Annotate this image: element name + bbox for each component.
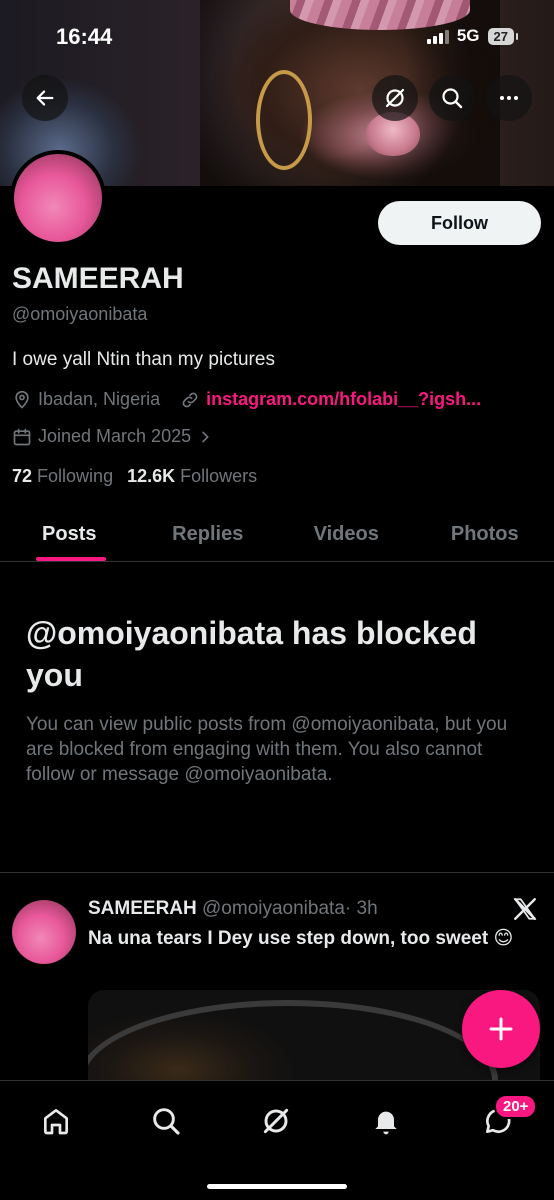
profile-bio: I owe yall Ntin than my pictures (12, 349, 275, 370)
following-label: Following (37, 466, 114, 486)
profile-handle: @omoiyaonibata (12, 304, 148, 324)
more-horizontal-icon (500, 96, 518, 100)
nav-grok[interactable] (254, 1099, 298, 1143)
post-text: Na una tears I Dey use step down, too sw… (88, 928, 514, 949)
nav-search[interactable] (144, 1099, 188, 1143)
tab-replies[interactable]: Replies (139, 508, 278, 561)
nav-home[interactable] (34, 1099, 78, 1143)
location-pin-icon (15, 390, 29, 409)
profile-website-link[interactable]: instagram.com/hfolabi__?igsh... (206, 389, 481, 410)
back-button[interactable] (22, 75, 68, 121)
post-header: SAMEERAH @omoiyaonibata· 3h (88, 898, 378, 920)
post-handle: @omoiyaonibata (202, 898, 345, 919)
arrow-left-icon (36, 90, 54, 106)
plus-icon (489, 1017, 513, 1041)
status-indicators: 5G 27 (426, 26, 519, 46)
profile-avatar[interactable] (10, 150, 106, 246)
divider (0, 872, 554, 873)
network-type: 5G (456, 26, 480, 45)
blocked-title: @omoiyaonibata has blocked you (26, 615, 477, 693)
nav-notifications[interactable] (364, 1099, 408, 1143)
banner-earring (256, 70, 312, 170)
status-time: 16:44 (56, 24, 113, 49)
following-link[interactable]: 72 Following (12, 466, 113, 487)
more-button[interactable] (486, 75, 532, 121)
follow-counts: 72 Following 12.6K Followers (12, 466, 257, 487)
bottom-nav (0, 1080, 554, 1200)
tab-photos[interactable]: Photos (416, 508, 554, 561)
tab-posts[interactable]: Posts (0, 508, 139, 561)
profile-joined: Joined March 2025 (38, 426, 192, 446)
following-count: 72 (12, 466, 33, 486)
link-icon (182, 392, 198, 407)
post-author[interactable]: SAMEERAH (88, 898, 197, 919)
followers-label: Followers (180, 466, 258, 486)
x-logo-icon (513, 898, 537, 920)
profile-joined-row[interactable]: Joined March 2025 (12, 426, 213, 447)
profile-location: Ibadan, Nigeria (38, 389, 161, 409)
profile-tabs: Posts Replies Videos Photos (0, 508, 554, 562)
follow-button[interactable]: Follow (378, 201, 541, 245)
messages-badge: 20+ (494, 1094, 538, 1119)
search-icon (153, 1108, 180, 1135)
compose-button[interactable] (462, 990, 540, 1068)
search-icon (442, 88, 463, 109)
tab-videos[interactable]: Videos (277, 508, 416, 561)
followers-count: 12.6K (127, 466, 176, 486)
blocked-body: You can view public posts from @omoiyaon… (26, 714, 508, 785)
followers-link[interactable]: 12.6K Followers (127, 466, 257, 487)
home-indicator (207, 1184, 347, 1189)
signal-icon (426, 28, 449, 44)
post-media-pot (88, 1000, 498, 1090)
notifications-icon (375, 1111, 397, 1135)
battery-icon: 27 (487, 27, 519, 45)
home-icon (44, 1109, 68, 1135)
calendar-icon (13, 428, 31, 445)
post-time: · 3h (344, 898, 378, 919)
grok-icon (263, 1108, 289, 1134)
post-avatar[interactable] (12, 900, 76, 964)
profile-name: SAMEERAH (12, 262, 184, 295)
grok-icon (385, 88, 405, 108)
grok-button[interactable] (372, 75, 418, 121)
search-button[interactable] (429, 75, 475, 121)
profile-meta-location-website: Ibadan, Nigeria instagram.com/hfolabi__?… (12, 389, 481, 410)
chevron-right-icon (202, 431, 209, 442)
